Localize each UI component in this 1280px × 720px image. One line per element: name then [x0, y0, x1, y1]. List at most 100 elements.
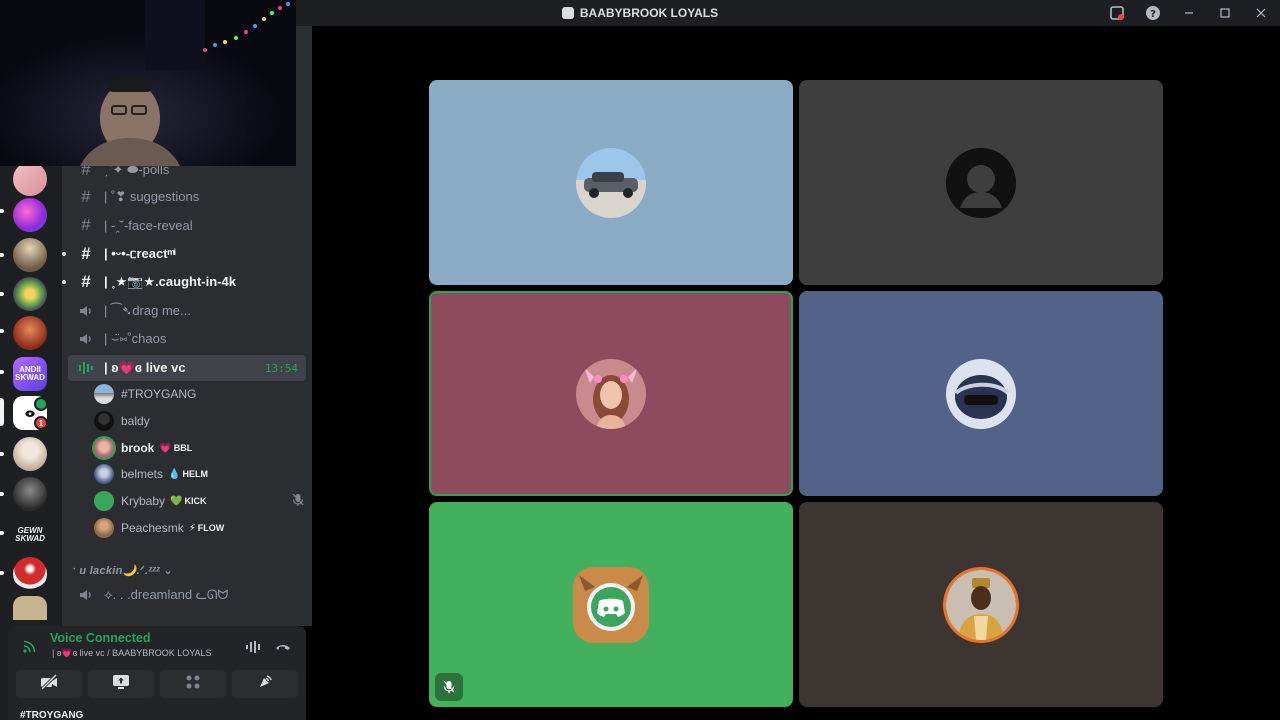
soundboard-icon [257, 674, 273, 694]
role-tag: ⚡ FLOW [188, 522, 225, 534]
avatar [94, 438, 114, 458]
speaker-icon [76, 587, 96, 603]
avatar [94, 411, 114, 431]
heart-icon: 💚 [170, 495, 183, 507]
mushroom-server-icon[interactable] [13, 557, 47, 591]
girl-photo [576, 358, 646, 429]
unread-pill [0, 209, 4, 213]
server-icon[interactable] [13, 238, 47, 272]
voice-user[interactable]: Krybaby 💚 KICK [94, 488, 304, 514]
hash-icon: # [81, 187, 91, 206]
speaker-icon [76, 331, 96, 347]
tile-troygang[interactable] [429, 80, 793, 285]
avatar [94, 491, 114, 511]
tile-baldy[interactable] [799, 80, 1163, 285]
channel-suggestions[interactable]: # | ˚❣ suggestions [68, 184, 306, 210]
avatar [94, 518, 114, 538]
avatar [946, 569, 1016, 640]
voice-connected-panel: Voice Connected | ʚ💗ɞ live vc / BAABYBRO… [8, 626, 306, 720]
category-u-lackin[interactable]: ˑ u lackin🌙.ᐟ.ᶻᶻᶻ ⌄ [72, 564, 173, 577]
tile-belmets[interactable] [799, 291, 1163, 496]
selected-pill [0, 398, 4, 426]
lightning-icon: ⚡ [188, 522, 196, 534]
voice-indicator-icon [34, 397, 48, 411]
default-avatar-icon [946, 147, 1016, 218]
activities-icon [185, 674, 201, 694]
camera-off-icon [40, 673, 58, 694]
role-tag: 💚 KICK [170, 495, 207, 507]
discord-cat-icon [573, 566, 649, 643]
unread-dot [62, 252, 66, 256]
server-icon[interactable] [13, 596, 47, 620]
minimize-icon[interactable] [1178, 2, 1200, 24]
hash-icon: # [81, 215, 91, 234]
webcam-overlay [0, 0, 296, 166]
mic-muted-icon [292, 493, 304, 510]
inbox-icon[interactable] [1106, 2, 1128, 24]
tile-brook[interactable] [429, 291, 793, 496]
soundboard-button[interactable] [232, 670, 298, 698]
hash-icon: # [81, 244, 91, 263]
server-icon[interactable] [13, 277, 47, 311]
server-andii-skwad[interactable]: ANDII SKWAD [13, 357, 47, 391]
tile-peachesmk[interactable] [799, 502, 1163, 707]
voice-channel-chaos[interactable]: | ⌣̈⑅˚chaos [68, 326, 306, 352]
server-icon[interactable] [13, 162, 47, 196]
unread-pill [0, 292, 4, 296]
channel-face-reveal[interactable]: # | -ꞈ˘-face-reveal [68, 212, 306, 238]
voice-actions [16, 670, 298, 702]
mic-muted-icon[interactable] [435, 673, 463, 701]
channel-react[interactable]: # | •ᵕ•-ᥴreact ͫ ͥ [62, 241, 306, 267]
svg-text:?: ? [1150, 9, 1156, 20]
voice-user[interactable]: baldy [94, 408, 304, 434]
help-icon[interactable]: ? [1142, 2, 1164, 24]
server-glyph-icon [561, 7, 574, 19]
role-tag: 💧 HELM [168, 468, 208, 480]
mention-badge: 1 [34, 416, 48, 430]
unread-pill [0, 492, 4, 496]
server-icon[interactable] [13, 198, 47, 232]
maximize-icon[interactable] [1214, 2, 1236, 24]
avatar [946, 147, 1016, 218]
close-icon[interactable] [1250, 2, 1272, 24]
user-panel-name[interactable]: #TROYGANG [20, 710, 83, 720]
server-gewn-skwad[interactable]: GEWN SKWAD [13, 518, 47, 552]
unread-pill [0, 571, 4, 575]
window-title-wrap: BAABYBROOK LOYALS [561, 6, 718, 20]
man-photo [946, 569, 1016, 640]
avatar [573, 566, 649, 643]
server-icon[interactable] [13, 477, 47, 511]
voice-stage [312, 26, 1280, 720]
voice-user[interactable]: belmets 💧 HELM [94, 461, 304, 487]
screen-share-button[interactable] [88, 670, 154, 698]
avatar [576, 147, 646, 218]
heart-icon: 💗 [159, 442, 172, 454]
voice-user[interactable]: #TROYGANG [94, 381, 304, 407]
voice-location[interactable]: | ʚ💗ɞ live vc / BAABYBROOK LOYALS [52, 648, 212, 659]
screen-share-icon [112, 674, 130, 694]
hash-icon: # [81, 272, 91, 291]
voice-channel-dreamland[interactable]: ⟡. . .dreamland ᓚᘏᗢ [68, 582, 306, 608]
unread-pill [0, 370, 4, 374]
unread-pill [0, 329, 4, 333]
noise-suppression-icon[interactable] [242, 636, 264, 658]
voice-user[interactable]: Peachesmk ⚡ FLOW [94, 515, 304, 541]
voice-activity-icon [76, 360, 96, 376]
voice-state[interactable]: Voice Connected [50, 631, 150, 645]
tile-krybaby[interactable] [429, 502, 793, 707]
window-controls: ? [1106, 0, 1272, 26]
connection-signal-icon[interactable] [22, 638, 38, 659]
voice-channel-live-vc[interactable]: | ʚ💗ɞ live vc 13:54 [68, 355, 306, 381]
unread-pill [0, 531, 4, 535]
voice-channel-drag-me[interactable]: | ⁀➴drag me... [68, 298, 306, 324]
activities-button[interactable] [160, 670, 226, 698]
channel-caught-in-4k[interactable]: # | ˳★📷★.caught-in-4k [62, 269, 306, 295]
avatar [94, 464, 114, 484]
server-icon[interactable] [13, 316, 47, 350]
unread-pill [0, 253, 4, 257]
helmet-photo [946, 358, 1016, 429]
camera-off-button[interactable] [16, 670, 82, 698]
disconnect-icon[interactable] [272, 636, 294, 658]
voice-user[interactable]: brook 💗 BBL [94, 435, 304, 461]
server-icon[interactable] [13, 437, 47, 471]
